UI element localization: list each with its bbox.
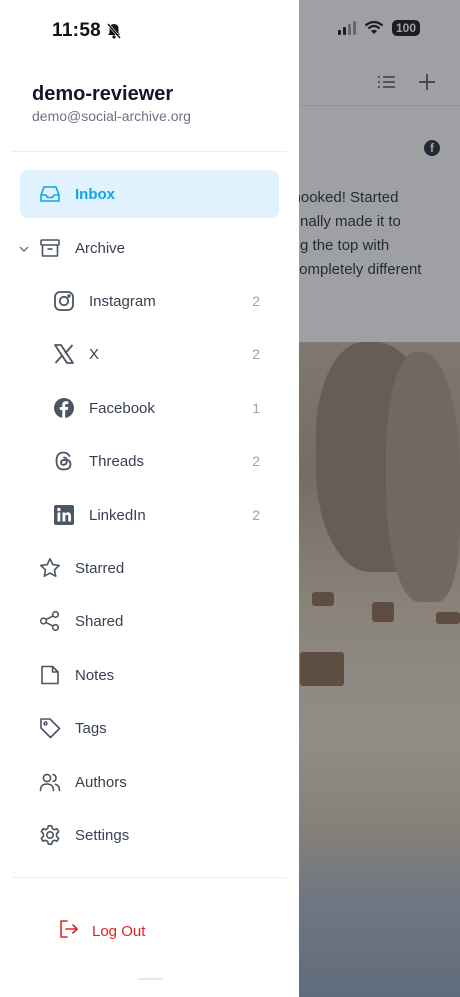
instagram-icon xyxy=(53,290,75,312)
nav-item-linkedin[interactable]: LinkedIn 2 xyxy=(20,491,279,539)
note-icon xyxy=(39,664,61,686)
nav-item-label: Facebook xyxy=(89,399,155,417)
home-indicator xyxy=(137,978,163,980)
inbox-icon xyxy=(39,183,61,205)
nav-item-shared[interactable]: Shared xyxy=(20,597,279,645)
nav-item-facebook[interactable]: Facebook 1 xyxy=(20,384,279,432)
nav-item-inbox[interactable]: Inbox xyxy=(20,170,279,218)
user-name: demo-reviewer xyxy=(32,83,174,105)
item-count: 1 xyxy=(252,400,260,416)
nav-item-archive[interactable]: Archive xyxy=(20,224,279,272)
silent-bell-icon xyxy=(107,23,121,39)
facebook-icon xyxy=(53,397,75,419)
status-time: 11:58 xyxy=(52,20,121,42)
x-logo-icon xyxy=(53,343,75,365)
archive-box-icon xyxy=(39,237,61,259)
users-icon xyxy=(39,771,61,793)
tag-icon xyxy=(39,717,61,739)
nav-item-tags[interactable]: Tags xyxy=(20,704,279,752)
divider xyxy=(12,877,287,878)
item-count: 2 xyxy=(252,507,260,523)
nav-item-label: Instagram xyxy=(89,292,156,310)
logout-button[interactable]: Log Out xyxy=(58,918,145,945)
nav-item-label: Authors xyxy=(75,773,127,791)
navigation-drawer: 11:58 demo-reviewer demo@social-archive.… xyxy=(0,0,299,997)
nav-item-label: Archive xyxy=(75,239,126,257)
nav-item-label: X xyxy=(89,345,100,363)
linkedin-icon xyxy=(53,504,75,526)
nav-item-label: Inbox xyxy=(75,185,115,203)
nav-item-starred[interactable]: Starred xyxy=(20,544,279,592)
nav-item-x[interactable]: X 2 xyxy=(20,330,279,378)
logout-label: Log Out xyxy=(92,923,146,940)
nav-item-label: Tags xyxy=(75,719,107,737)
gear-icon xyxy=(39,824,61,846)
nav-item-settings[interactable]: Settings xyxy=(20,811,279,859)
nav-item-label: Starred xyxy=(75,559,125,577)
nav-item-label: Settings xyxy=(75,826,130,844)
nav-item-notes[interactable]: Notes xyxy=(20,651,279,699)
item-count: 2 xyxy=(252,453,260,469)
nav-item-label: LinkedIn xyxy=(89,506,146,524)
nav-item-label: Shared xyxy=(75,612,124,630)
user-email: demo@social-archive.org xyxy=(32,108,191,124)
nav-item-authors[interactable]: Authors xyxy=(20,758,279,806)
share-icon xyxy=(39,610,61,632)
item-count: 2 xyxy=(252,293,260,309)
threads-icon xyxy=(53,450,75,472)
logout-icon xyxy=(58,918,80,945)
star-icon xyxy=(39,557,61,579)
nav-item-label: Threads xyxy=(89,452,145,470)
nav-item-threads[interactable]: Threads 2 xyxy=(20,437,279,485)
divider xyxy=(12,151,287,152)
nav-item-instagram[interactable]: Instagram 2 xyxy=(20,277,279,325)
item-count: 2 xyxy=(252,346,260,362)
nav-item-label: Notes xyxy=(75,666,115,684)
